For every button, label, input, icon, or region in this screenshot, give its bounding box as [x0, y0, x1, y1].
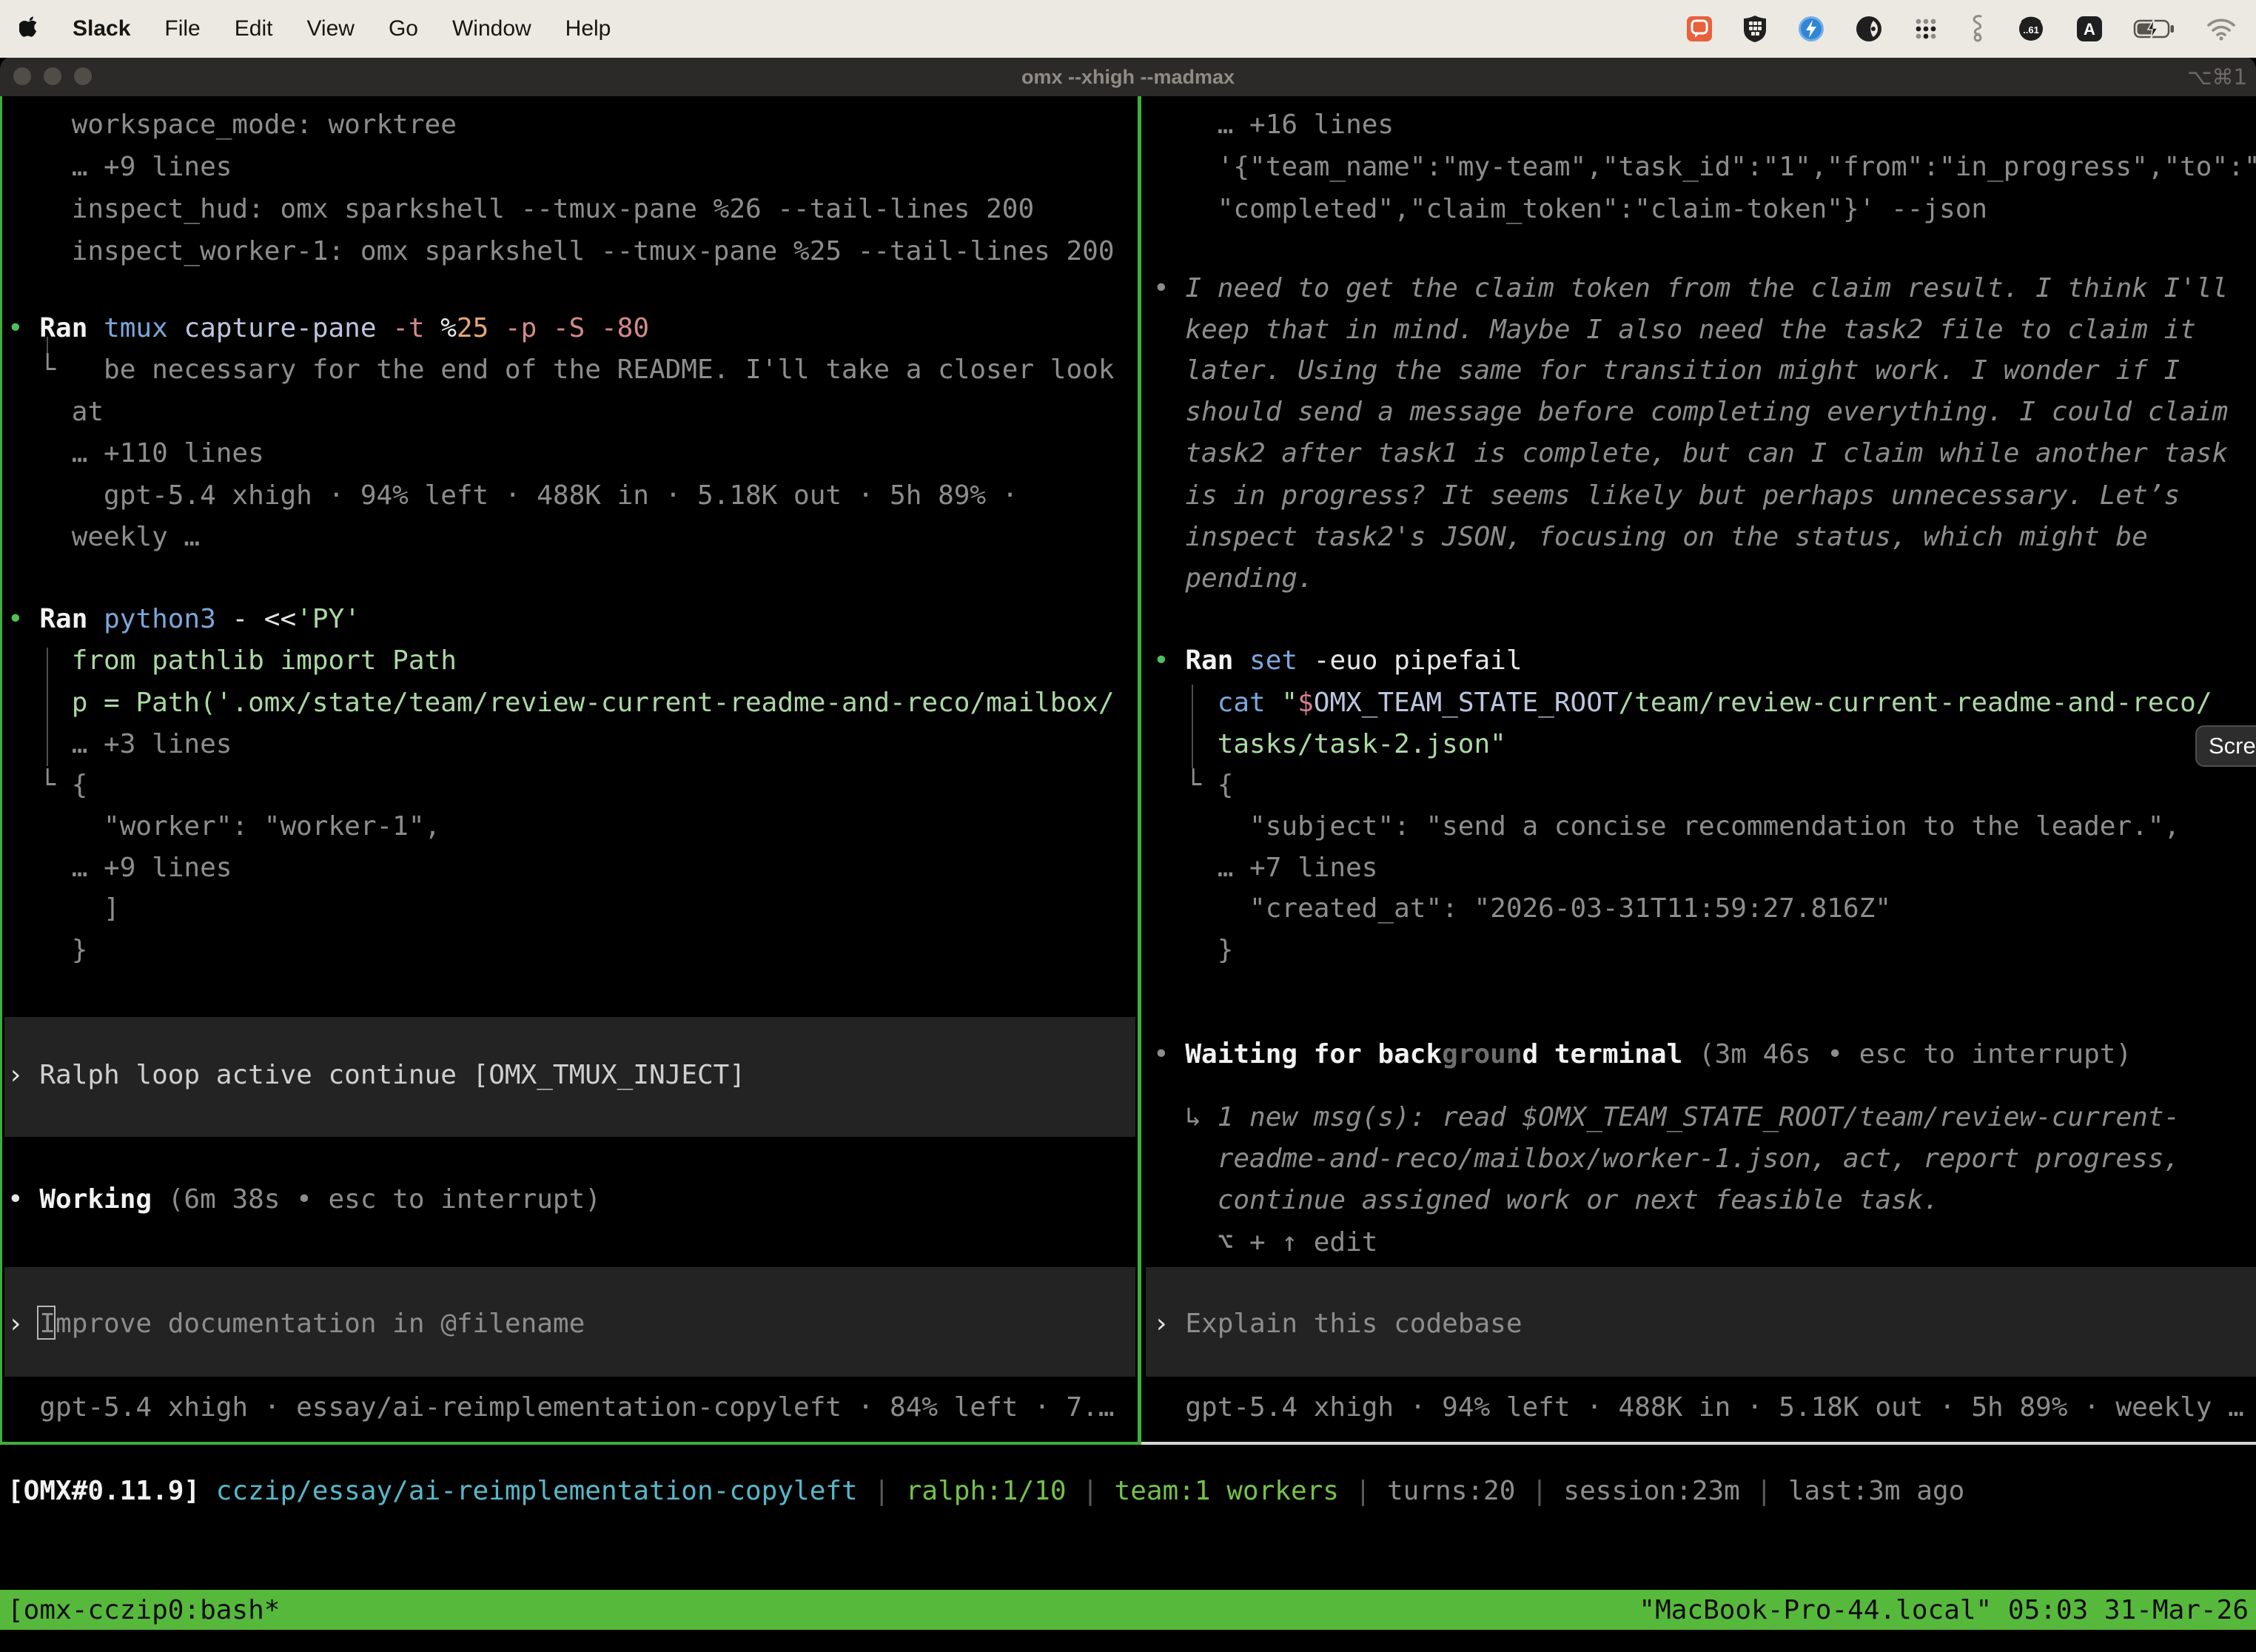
terminal-line: '{"team_name":"my-team","task_id":"1","f…	[1146, 146, 2256, 188]
omx-status-segment: |	[1515, 1476, 1563, 1506]
terminal-line: inspect_worker-1: omx sparkshell --tmux-…	[0, 230, 1137, 272]
tmux-status-bar: [omx-cczip0:bash* "MacBook-Pro-44.local"…	[0, 1590, 2256, 1630]
omx-status-segment: team:1 workers	[1115, 1476, 1339, 1506]
tooltip-label: Scre	[2209, 733, 2256, 759]
right-terminal-pane: … +16 lines '{"team_name":"my-team","tas…	[1146, 96, 2256, 1442]
terminal-line: … +110 lines	[0, 432, 1137, 474]
terminal-line: • Ran python3 - <<'PY'	[0, 598, 1137, 640]
pie-circle-icon[interactable]	[1855, 15, 1883, 43]
terminal-content: workspace_mode: worktree … +9 lines insp…	[0, 0, 2256, 1652]
terminal-line: at	[0, 391, 1137, 433]
terminal-line: "subject": "send a concise recommendatio…	[1146, 805, 2256, 847]
apple-icon	[19, 15, 38, 37]
terminal-line: › Improve documentation in @filename	[0, 1303, 1137, 1345]
terminal-line: cat "$OMX_TEAM_STATE_ROOT/team/review-cu…	[1146, 682, 2256, 724]
menu-bar: Slack File Edit View Go Window Help ..61 A	[0, 0, 2256, 58]
terminal-line: later. Using the same for transition mig…	[1146, 349, 2256, 392]
terminal-line: • I need to get the claim token from the…	[1146, 267, 2256, 309]
omx-status-segment: cczip/essay/ai-reimplementation-copyleft	[216, 1476, 858, 1506]
pane-divider[interactable]	[1138, 96, 1141, 1442]
terminal-line: ⌥ + ↑ edit	[1146, 1221, 2256, 1263]
terminal-line: p = Path('.omx/state/team/review-current…	[0, 682, 1137, 724]
left-terminal-pane: workspace_mode: worktree … +9 lines insp…	[0, 96, 1137, 1442]
terminal-line: task2 after task1 is complete, but can I…	[1146, 432, 2256, 474]
omx-status-segment: |	[1067, 1476, 1115, 1506]
omx-status-segment: last:3m ago	[1788, 1476, 1964, 1506]
gauge-61-icon[interactable]: ..61	[2016, 15, 2046, 43]
battery-icon[interactable]	[2133, 17, 2176, 41]
terminal-line: … +9 lines	[0, 146, 1137, 188]
omx-status-segment: |	[1339, 1476, 1387, 1506]
terminal-line: … +16 lines	[1146, 104, 2256, 146]
terminal-line: tasks/task-2.json"	[1146, 723, 2256, 765]
omx-status-segment: [OMX#0.11.9]	[7, 1476, 216, 1506]
letter-a-icon[interactable]: A	[2075, 15, 2104, 43]
menu-view[interactable]: View	[306, 16, 354, 41]
chat-app-icon[interactable]	[1686, 16, 1713, 42]
terminal-line: continue assigned work or next feasible …	[1146, 1179, 2256, 1221]
terminal-line: workspace_mode: worktree	[0, 104, 1137, 146]
terminal-line: • Ran set -euo pipefail	[1146, 639, 2256, 682]
menu-status-icons: ..61 A	[1686, 14, 2237, 44]
terminal-line: › Ralph loop active continue [OMX_TMUX_I…	[0, 1054, 1137, 1096]
dot-grid-icon[interactable]	[1913, 16, 1939, 42]
terminal-line: "created_at": "2026-03-31T11:59:27.816Z"	[1146, 887, 2256, 930]
menu-go[interactable]: Go	[389, 16, 418, 41]
omx-status-segment: |	[858, 1476, 906, 1506]
terminal-line: inspect task2's JSON, focusing on the st…	[1146, 516, 2256, 558]
terminal-line: }	[1146, 929, 2256, 971]
screen: SlackFileEditViewGoWindowHelp ..61A omx …	[0, 0, 2256, 1652]
menu-help[interactable]: Help	[565, 16, 611, 41]
terminal-line: └ {	[1146, 764, 2256, 806]
omx-status-segment: ralph:1/10	[906, 1476, 1067, 1506]
terminal-line: "worker": "worker-1",	[0, 805, 1137, 847]
terminal-line: gpt-5.4 xhigh · 94% left · 488K in · 5.1…	[1146, 1386, 2256, 1428]
tmux-session-label[interactable]: [omx-cczip0:bash*	[7, 1590, 280, 1630]
terminal-line: "completed","claim_token":"claim-token"}…	[1146, 188, 2256, 230]
squiggle-icon[interactable]	[1969, 14, 1987, 44]
terminal-line: }	[0, 929, 1137, 971]
omx-status-segment: |	[1740, 1476, 1788, 1506]
omx-status-line: [OMX#0.11.9] cczip/essay/ai-reimplementa…	[0, 1470, 2256, 1512]
bolt-badge-icon[interactable]	[1797, 15, 1825, 43]
menu-window[interactable]: Window	[452, 16, 531, 41]
terminal-line: weekly …	[0, 516, 1137, 558]
terminal-line: inspect_hud: omx sparkshell --tmux-pane …	[0, 188, 1137, 230]
terminal-line: … +3 lines	[0, 723, 1137, 765]
terminal-line: … +7 lines	[1146, 847, 2256, 889]
menu-file[interactable]: File	[164, 16, 200, 41]
grid-shield-icon[interactable]	[1742, 15, 1767, 43]
terminal-line: keep that in mind. Maybe I also need the…	[1146, 309, 2256, 351]
pane-border-bottom-active	[0, 1442, 1141, 1445]
terminal-line: └ be necessary for the end of the README…	[0, 349, 1137, 391]
tmux-host-clock-label: "MacBook-Pro-44.local" 05:03 31-Mar-26	[1639, 1590, 2249, 1630]
terminal-line: is in progress? It seems likely but perh…	[1146, 474, 2256, 517]
terminal-line: gpt-5.4 xhigh · 94% left · 488K in · 5.1…	[0, 474, 1137, 517]
terminal-line: ↳ 1 new msg(s): read $OMX_TEAM_STATE_ROO…	[1146, 1096, 2256, 1138]
menu-slack[interactable]: Slack	[73, 16, 130, 41]
apple-menu-icon[interactable]	[19, 15, 38, 43]
terminal-line: • Working (6m 38s • esc to interrupt)	[0, 1178, 1137, 1220]
terminal-line: gpt-5.4 xhigh · essay/ai-reimplementatio…	[0, 1386, 1137, 1428]
terminal-line: ]	[0, 887, 1137, 930]
terminal-line: pending.	[1146, 557, 2256, 600]
omx-status-segment: turns:20	[1387, 1476, 1515, 1506]
pane-border-bottom-inactive	[1141, 1442, 2256, 1445]
terminal-line: … +9 lines	[0, 847, 1137, 889]
menu-items: Slack File Edit View Go Window Help	[19, 15, 611, 43]
svg-text:..61: ..61	[2023, 24, 2039, 36]
terminal-line: readme-and-reco/mailbox/worker-1.json, a…	[1146, 1138, 2256, 1180]
omx-status-segment: session:23m	[1563, 1476, 1739, 1506]
wifi-icon[interactable]	[2206, 17, 2237, 41]
terminal-line: › Explain this codebase	[1146, 1303, 2256, 1345]
screen-tooltip: Scre	[2195, 725, 2256, 767]
svg-text:A: A	[2084, 20, 2095, 38]
terminal-line: └ {	[0, 764, 1137, 806]
terminal-line: should send a message before completing …	[1146, 391, 2256, 433]
terminal-line: from pathlib import Path	[0, 639, 1137, 682]
menu-edit[interactable]: Edit	[235, 16, 273, 41]
terminal-line: • Waiting for background terminal (3m 46…	[1146, 1033, 2256, 1075]
terminal-line: • Ran tmux capture-pane -t %25 -p -S -80	[0, 307, 1137, 349]
